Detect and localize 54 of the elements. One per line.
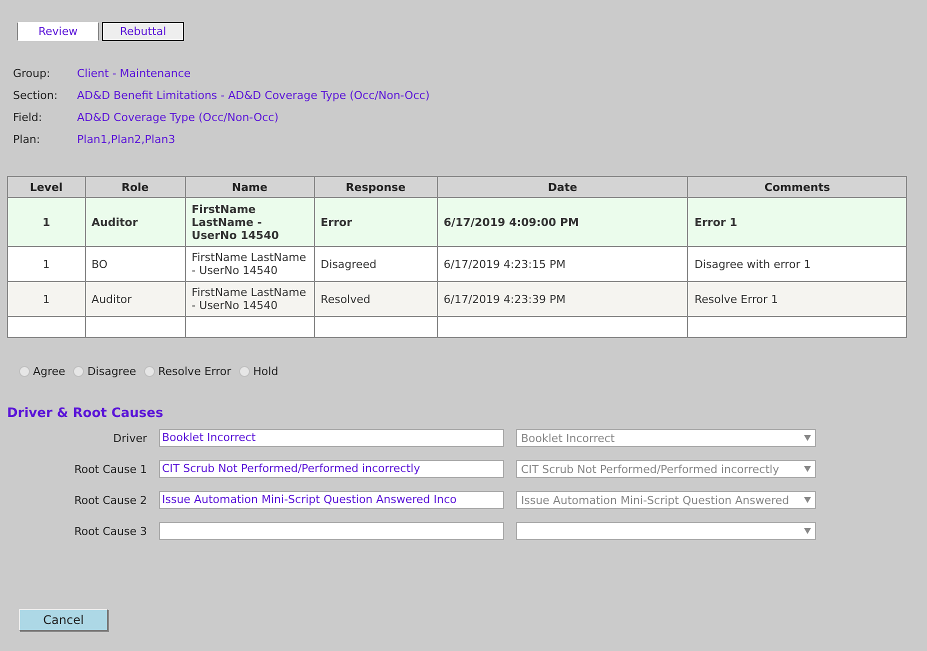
tab[interactable]: Review: [17, 22, 99, 41]
input-field[interactable]: [159, 522, 504, 540]
section-heading: Driver & Root Causes: [7, 406, 164, 421]
info-label: Group:: [13, 67, 52, 81]
table-cell: Error 1: [688, 198, 906, 246]
info-label: Field:: [13, 111, 44, 125]
field-label: Root Cause 1: [73, 462, 147, 476]
table-cell: Resolve Error 1: [688, 282, 906, 316]
radio-label: Agree: [33, 365, 66, 378]
caret-icon: [804, 497, 811, 503]
table-cell: 6/17/2019 4:09:00 PM: [437, 198, 688, 246]
info-label: Plan:: [13, 133, 42, 147]
info-value: Client - Maintenance: [77, 67, 192, 81]
input-field[interactable]: CIT Scrub Not Performed/Performed incorrectly: [159, 460, 504, 478]
table-cell: 1: [8, 282, 86, 316]
caret-icon: [804, 528, 811, 534]
column-header: Level: [8, 176, 86, 198]
info-value: AD&D Benefit Limitations - AD&D Coverage Type (Occ/Non-Occ): [77, 89, 430, 103]
column-header: Response: [314, 176, 438, 198]
field-label: Root Cause 3: [73, 524, 147, 538]
tab[interactable]: Rebuttal: [102, 22, 184, 41]
column-header: Name: [185, 176, 314, 198]
table-cell: Resolved: [314, 282, 438, 316]
caret-icon: [804, 435, 811, 441]
table-cell: Auditor: [85, 198, 186, 246]
info-label: Section:: [13, 89, 59, 103]
input-field[interactable]: Booklet Incorrect: [159, 429, 504, 447]
caret-icon: [804, 466, 811, 472]
dropdown[interactable]: Issue Automation Mini-Script Question Answered: [516, 491, 816, 509]
dropdown[interactable]: [516, 522, 816, 540]
table-cell: Auditor: [85, 282, 186, 316]
radio-label: Disagree: [87, 365, 136, 378]
table-cell: FirstName LastName - UserNo 14540: [185, 198, 314, 246]
cancel-button[interactable]: Cancel: [19, 609, 108, 631]
table-cell: 1: [8, 198, 86, 246]
dropdown[interactable]: Booklet Incorrect: [516, 429, 816, 447]
radio-button[interactable]: [73, 366, 84, 377]
radio-label: Hold: [253, 365, 278, 378]
column-header: Comments: [688, 176, 906, 198]
table-cell: Error: [314, 198, 438, 246]
input-field[interactable]: Issue Automation Mini-Script Question Answered Inco: [159, 491, 504, 509]
radio-button[interactable]: [239, 366, 250, 377]
table-cell: 6/17/2019 4:23:39 PM: [437, 282, 688, 316]
radio-button[interactable]: [19, 366, 30, 377]
radio-label: Resolve Error: [158, 365, 232, 378]
dropdown[interactable]: CIT Scrub Not Performed/Performed incorrectly: [516, 460, 816, 478]
column-header: Role: [85, 176, 186, 198]
info-value: AD&D Coverage Type (Occ/Non-Occ): [77, 111, 280, 125]
radio-button[interactable]: [144, 366, 156, 377]
info-value: Plan1,Plan2,Plan3: [77, 133, 176, 147]
field-label: Driver: [112, 432, 147, 444]
table-cell: FirstName LastName - UserNo 14540: [185, 282, 314, 316]
column-header: Date: [437, 176, 688, 198]
field-label: Root Cause 2: [73, 494, 147, 506]
